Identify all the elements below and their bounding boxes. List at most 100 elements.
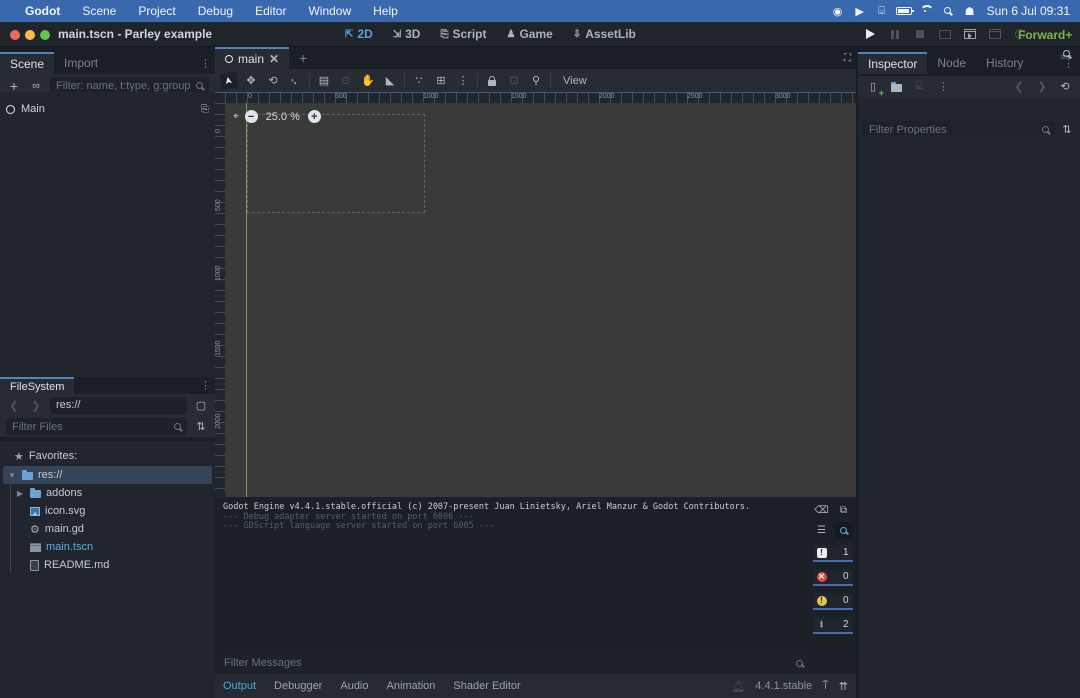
copy-output-button[interactable]: ⧉ (835, 502, 852, 518)
spotlight-icon[interactable] (937, 5, 959, 17)
scene-tree-node-main[interactable]: Main ⎘ (0, 100, 215, 118)
select-list-button[interactable]: ▤ (316, 72, 332, 89)
close-tab-icon[interactable]: ✕ (269, 52, 279, 66)
canvas-area[interactable]: ⌖ − 25.0 % + (225, 103, 856, 497)
scale-tool-button[interactable]: ↔ (283, 69, 306, 92)
fs-favorites-row[interactable]: ★ Favorites: (0, 447, 215, 465)
load-resource-button[interactable] (888, 78, 904, 95)
menubar-clock[interactable]: Sun 6 Jul 09:31 (987, 4, 1070, 18)
new-scene-tab-button[interactable]: + (289, 47, 317, 69)
workspace-3d-button[interactable]: ⇲3D (386, 25, 428, 43)
display-icon[interactable]: ⌸ (871, 5, 893, 18)
expand-viewport-icon[interactable]: ⛶ (844, 53, 850, 64)
menu-godot[interactable]: Godot (14, 4, 71, 18)
bottom-tab-shader-editor[interactable]: Shader Editor (453, 680, 520, 692)
lock-button[interactable] (484, 72, 500, 89)
menu-help[interactable]: Help (362, 4, 409, 18)
menu-debug[interactable]: Debug (187, 4, 244, 18)
center-view-icon[interactable]: ⌖ (233, 111, 239, 122)
tab-history[interactable]: History (976, 52, 1033, 74)
screen-mirroring-icon[interactable]: ▶ (849, 5, 871, 18)
rotate-tool-button[interactable]: ⟲ (265, 72, 281, 89)
play-button[interactable] (862, 26, 878, 42)
fs-item-res-root[interactable]: ▼ res:// (3, 466, 212, 484)
battery-icon[interactable] (893, 5, 915, 17)
history-back-button[interactable]: ❮ (1011, 78, 1027, 95)
fs-item-icon-svg[interactable]: icon.svg (11, 502, 215, 520)
zoom-out-button[interactable]: − (245, 110, 258, 123)
unlock-button[interactable]: ⊡ (506, 72, 522, 89)
workspace-script-button[interactable]: ⎘Script (433, 25, 493, 43)
message-count-toggle[interactable]: ! 1 (813, 545, 853, 562)
expand-arrow-icon[interactable]: ▶ (15, 489, 25, 498)
smart-snap-button[interactable]: ∵ (411, 72, 427, 89)
toggle-search-button[interactable] (835, 522, 852, 538)
warning-count-toggle[interactable]: ! 0 (813, 593, 853, 610)
scene-dock-menu-icon[interactable]: ⋮ (196, 57, 215, 70)
fs-item-main-tscn[interactable]: main.tscn (11, 538, 215, 556)
filter-messages-input[interactable]: Filter Messages (218, 654, 809, 672)
fs-back-button[interactable]: ❮ (6, 397, 22, 414)
menu-editor[interactable]: Editor (244, 4, 297, 18)
fs-path-field[interactable]: res:// (50, 397, 187, 414)
play-custom-scene-button[interactable] (987, 26, 1003, 42)
fs-split-mode-button[interactable]: ▢ (193, 397, 209, 414)
skeleton-options-button[interactable]: ⚲ (528, 72, 544, 89)
minimize-window-button[interactable] (25, 30, 35, 40)
zoom-window-button[interactable] (40, 30, 50, 40)
bottom-tab-audio[interactable]: Audio (340, 680, 368, 692)
new-resource-button[interactable]: ▯ (865, 78, 881, 95)
play-remote-debug-button[interactable] (937, 26, 953, 42)
move-tool-button[interactable]: ✥ (243, 72, 259, 89)
play-scene-button[interactable] (962, 26, 978, 42)
attached-script-icon[interactable]: ⎘ (201, 104, 209, 115)
history-forward-button[interactable]: ❯ (1034, 78, 1050, 95)
bottom-tab-debugger[interactable]: Debugger (274, 680, 322, 692)
workspace-game-button[interactable]: ♟Game (499, 25, 559, 43)
expand-bottom-panel-icon[interactable]: ⇈ (839, 680, 848, 693)
workspace-assetlib-button[interactable]: ⇩AssetLib (566, 25, 643, 43)
scene-tab-main[interactable]: main ✕ (215, 47, 289, 69)
fast-user-switch-icon[interactable]: ☗ (959, 5, 981, 18)
fs-item-readme[interactable]: README.md (11, 556, 215, 574)
fs-filter-input[interactable]: Filter Files (6, 418, 187, 435)
tab-node[interactable]: Node (927, 52, 976, 74)
menu-window[interactable]: Window (297, 4, 362, 18)
debug-count-toggle[interactable]: ℹ 2 (813, 617, 853, 634)
error-count-toggle[interactable]: ✕ 0 (813, 569, 853, 586)
clear-output-button[interactable]: ⌫ (813, 502, 830, 518)
select-tool-button[interactable]: ➤ (219, 71, 239, 90)
zoom-level[interactable]: 25.0 % (266, 111, 300, 123)
fs-item-main-gd[interactable]: ⚙ main.gd (11, 520, 215, 538)
tab-scene[interactable]: Scene (0, 52, 54, 74)
menu-scene[interactable]: Scene (71, 4, 127, 18)
close-window-button[interactable] (10, 30, 20, 40)
pin-bottom-panel-icon[interactable]: ⍑ (822, 680, 829, 693)
resource-options-icon[interactable]: ⋮ (934, 80, 953, 93)
open-docs-icon[interactable]: DOC (1058, 50, 1074, 61)
fs-forward-button[interactable]: ❯ (28, 397, 44, 414)
collapse-arrow-icon[interactable]: ▼ (7, 471, 17, 480)
edit-history-icon[interactable]: ⟲ (1057, 78, 1073, 95)
fs-item-addons[interactable]: ▶ addons (11, 484, 215, 502)
pause-button[interactable] (887, 26, 903, 42)
bottom-tab-animation[interactable]: Animation (387, 680, 436, 692)
filesystem-menu-icon[interactable]: ⋮ (196, 379, 215, 392)
pan-tool-button[interactable]: ✋ (360, 72, 376, 89)
tab-import[interactable]: Import (54, 52, 108, 74)
wifi-icon[interactable] (915, 5, 937, 17)
snap-options-icon[interactable]: ⋮ (455, 72, 471, 89)
pivot-tool-button[interactable]: ⊙ (338, 72, 354, 89)
grid-snap-button[interactable]: ⊞ (433, 72, 449, 89)
workspace-2d-button[interactable]: ⇱2D (338, 25, 380, 43)
menu-project[interactable]: Project (127, 4, 186, 18)
fs-sort-button[interactable]: ⇅ (193, 418, 209, 435)
notification-bell-icon[interactable]: 🔔︎ (731, 680, 745, 693)
zoom-in-button[interactable]: + (308, 110, 321, 123)
collapse-duplicates-button[interactable]: ☰ (813, 522, 830, 538)
stop-button[interactable] (912, 26, 928, 42)
tab-inspector[interactable]: Inspector (858, 52, 927, 74)
save-resource-button[interactable]: ⍌ (911, 78, 927, 95)
tab-filesystem[interactable]: FileSystem (0, 377, 74, 394)
record-status-icon[interactable]: ◉ (827, 5, 849, 18)
